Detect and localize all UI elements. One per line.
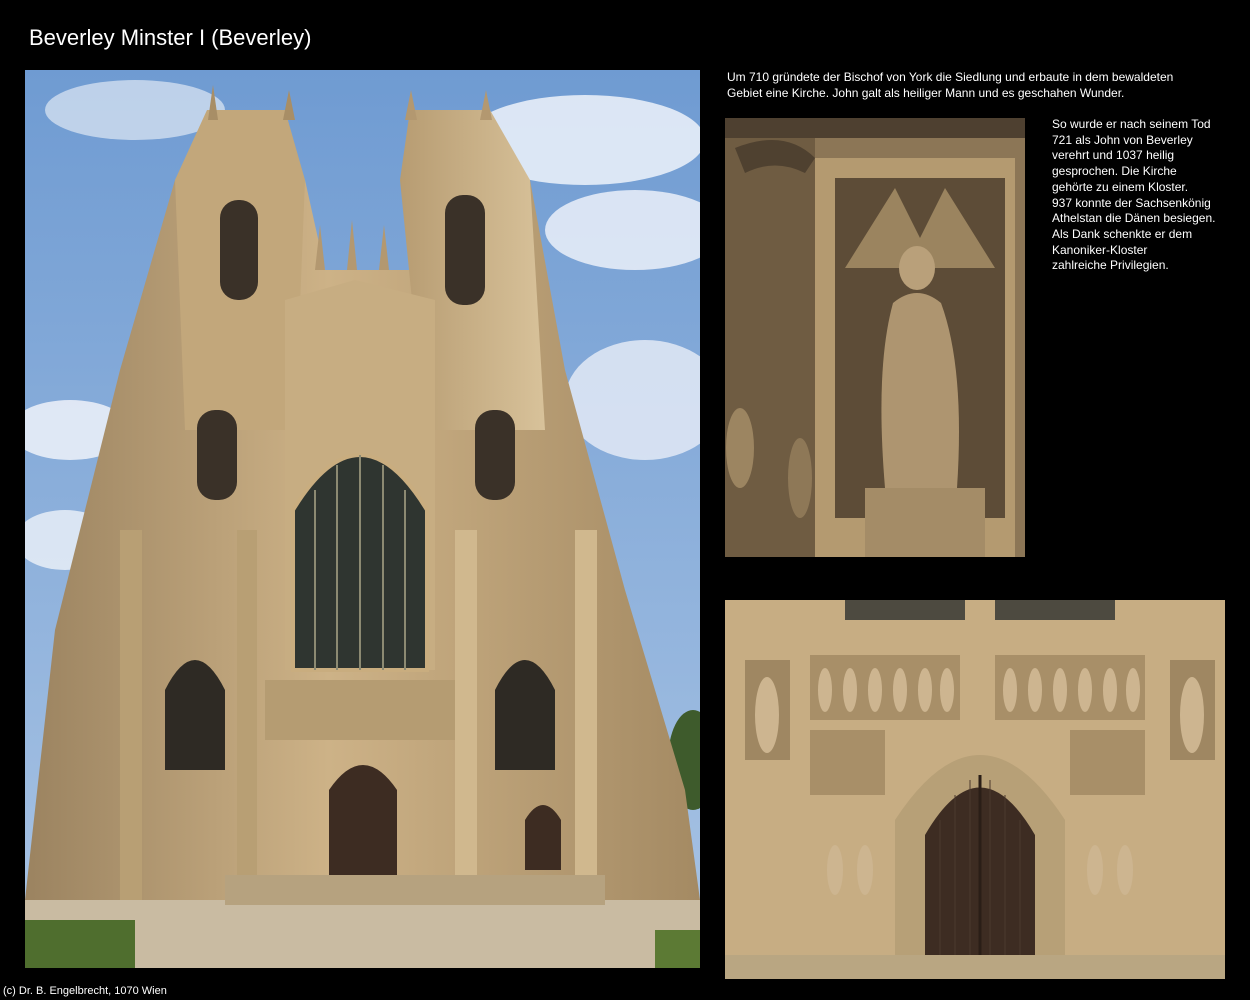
minster-west-front-photo [25, 70, 700, 968]
statue-niche-photo [725, 118, 1025, 557]
history-text: So wurde er nach seinem Tod 721 als John… [1052, 117, 1216, 273]
west-portal-photo [725, 600, 1225, 979]
copyright-footer: (c) Dr. B. Engelbrecht, 1070 Wien [3, 985, 167, 997]
intro-text: Um 710 gründete der Bischof von York die… [727, 70, 1174, 100]
page-title: Beverley Minster I (Beverley) [29, 25, 312, 50]
